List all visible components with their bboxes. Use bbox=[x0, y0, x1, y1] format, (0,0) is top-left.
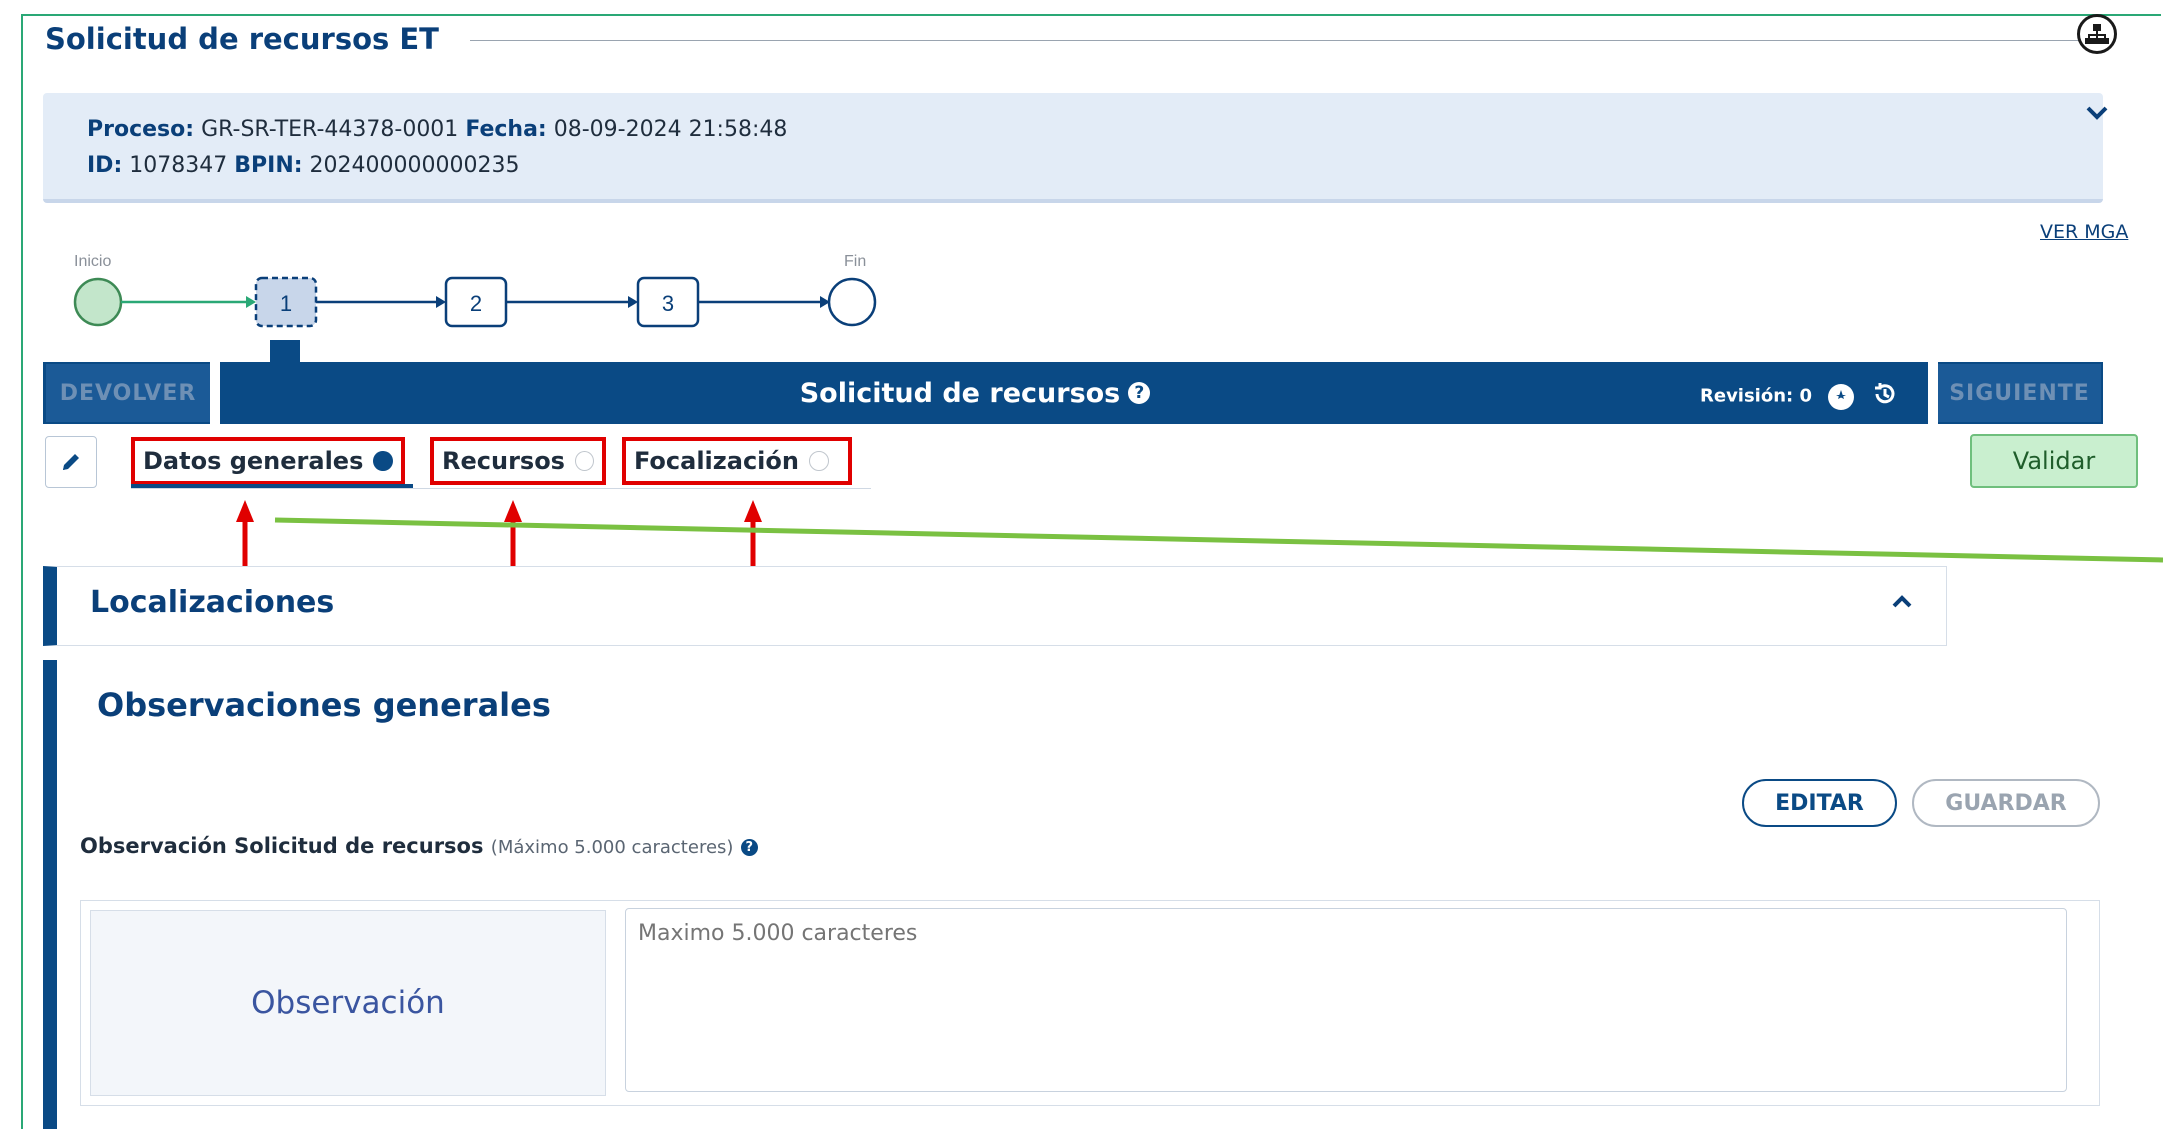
observaciones-title: Observaciones generales bbox=[97, 686, 551, 724]
localizaciones-title: Localizaciones bbox=[90, 585, 335, 620]
observation-textarea[interactable] bbox=[625, 908, 2067, 1092]
observation-column-label: Observación bbox=[90, 910, 606, 1096]
observation-field-hint: (Máximo 5.000 caracteres) bbox=[490, 837, 734, 858]
green-annotation-line bbox=[274, 517, 2163, 563]
red-arrow bbox=[236, 500, 254, 570]
observation-field-title: Observación Solicitud de recursos bbox=[80, 834, 484, 858]
guardar-button[interactable]: GUARDAR bbox=[1912, 779, 2100, 827]
red-arrow bbox=[504, 500, 522, 570]
editar-button[interactable]: EDITAR bbox=[1742, 779, 1897, 827]
help-icon[interactable]: ? bbox=[740, 838, 758, 856]
red-arrow bbox=[744, 500, 762, 572]
chevron-up-icon[interactable] bbox=[1890, 592, 1914, 610]
observation-field-label: Observación Solicitud de recursos (Máxim… bbox=[80, 834, 758, 858]
